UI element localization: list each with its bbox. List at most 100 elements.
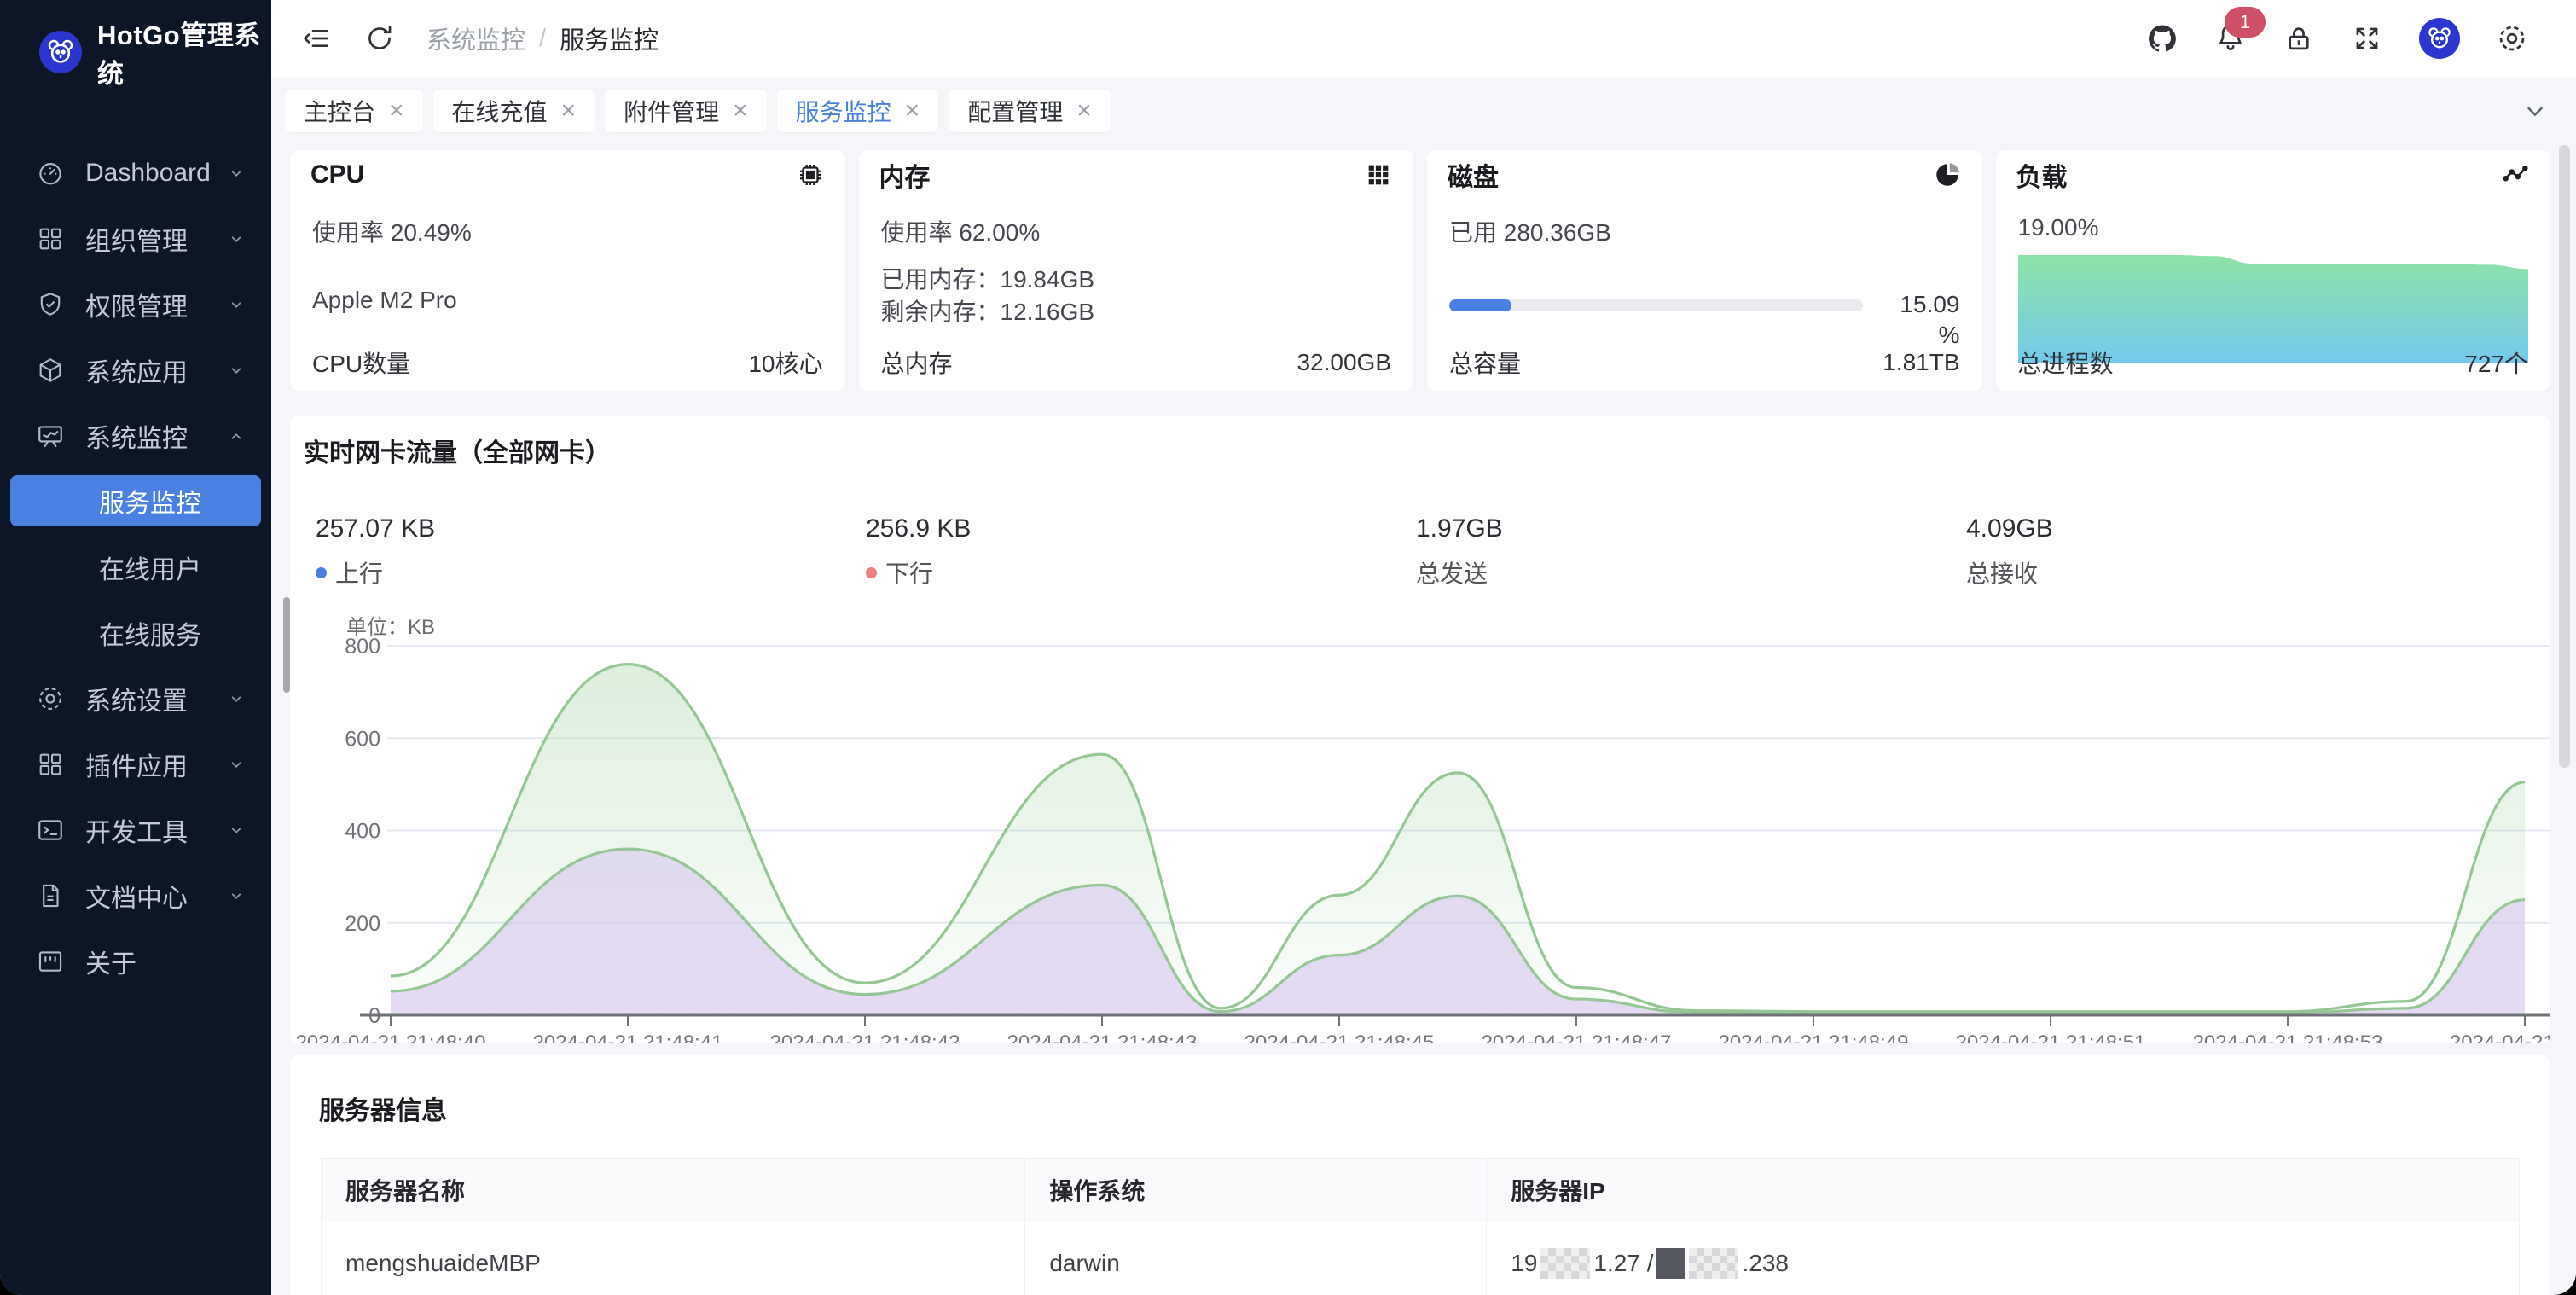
sidebar-item-label: 系统监控	[85, 417, 225, 455]
tab-attachments[interactable]: 附件管理	[605, 90, 767, 132]
chevron-down-icon	[225, 359, 247, 381]
close-icon[interactable]	[561, 98, 577, 124]
svg-text:2024-04-21 21:48:53: 2024-04-21 21:48:53	[2193, 1031, 2383, 1043]
sidebar-item-system-monitor[interactable]: 系统监控	[0, 403, 271, 468]
cpu-model-text: Apple M2 Pro	[312, 287, 823, 314]
collapse-menu-icon[interactable]	[300, 22, 333, 55]
ip-mid: 1.27 /	[1593, 1250, 1653, 1277]
stat-label: 下行	[885, 555, 933, 589]
sidebar-item-label: 开发工具	[85, 811, 225, 849]
download-dot-icon	[866, 567, 877, 578]
sidebar-subitem-service-monitor[interactable]: 服务监控	[10, 475, 261, 526]
table-row[interactable]: mengshuaideMBP darwin 191.27 /.238	[322, 1222, 2519, 1295]
tab-label: 附件管理	[624, 94, 719, 128]
sidebar-item-about[interactable]: 关于	[0, 928, 271, 994]
memory-grid-icon	[1364, 160, 1393, 189]
sidebar-item-label: Dashboard	[85, 159, 225, 188]
github-icon[interactable]	[2146, 22, 2179, 55]
reload-icon[interactable]	[363, 22, 396, 55]
stat-total-received: 4.09GB 总接收	[1966, 514, 2516, 589]
plugin-grid-icon	[36, 750, 65, 779]
sidebar-item-permissions[interactable]: 权限管理	[0, 271, 271, 337]
memory-usage-text: 使用率 62.00%	[881, 214, 1392, 248]
tabbar-chevron-down-icon[interactable]	[2520, 96, 2550, 126]
frame-icon	[36, 947, 65, 976]
cube-icon	[36, 356, 65, 385]
server-ip-cell: 191.27 /.238	[1486, 1222, 2519, 1295]
close-icon[interactable]	[1076, 98, 1092, 124]
close-icon[interactable]	[733, 98, 748, 124]
svg-text:400: 400	[345, 820, 380, 844]
close-icon[interactable]	[905, 98, 920, 124]
column-header-os: 操作系统	[1024, 1159, 1486, 1222]
sidebar-item-label: 系统设置	[85, 680, 225, 717]
trend-line-icon	[2501, 160, 2530, 189]
sidebar: HotGo管理系统 Dashboard 组织管理	[0, 0, 271, 1295]
sidebar-item-label: 系统应用	[85, 351, 225, 389]
sidebar-scrollbar[interactable]	[283, 597, 290, 693]
app-logo[interactable]: HotGo管理系统	[0, 0, 271, 102]
sidebar-item-dev-tools[interactable]: 开发工具	[0, 797, 271, 862]
main-content: CPU 使用率 20.49% Apple M2 Pro CPU数量 10核心	[271, 145, 2576, 1295]
sidebar-subitem-label: 在线用户	[99, 549, 201, 586]
traffic-panel-title: 实时网卡流量（全部网卡）	[290, 416, 2550, 469]
sidebar-subitem-online-services[interactable]: 在线服务	[0, 600, 271, 665]
tab-service-monitor[interactable]: 服务监控	[777, 90, 939, 132]
svg-text:2024-04-21 21:48:49: 2024-04-21 21:48:49	[1719, 1031, 1909, 1043]
svg-text:2024-04-21 21:48:42: 2024-04-21 21:48:42	[770, 1031, 960, 1043]
svg-text:200: 200	[345, 912, 380, 936]
breadcrumb-current[interactable]: 服务监控	[560, 20, 659, 56]
chevron-down-icon	[225, 293, 247, 316]
close-icon[interactable]	[389, 98, 404, 124]
sidebar-subitem-label: 服务监控	[99, 482, 201, 520]
shield-check-icon	[36, 290, 65, 319]
sidebar-item-system-apps[interactable]: 系统应用	[0, 337, 271, 403]
server-info-panel: 服务器信息 服务器名称 操作系统 服务器IP mengshuaideMBP da…	[290, 1055, 2550, 1295]
chevron-down-icon	[225, 688, 247, 710]
svg-text:800: 800	[345, 635, 380, 659]
load-card: 负载 19.00% 总进程数 727个	[1996, 150, 2551, 391]
server-name-cell: mengshuaideMBP	[322, 1222, 1024, 1295]
lock-icon[interactable]	[2283, 22, 2315, 55]
breadcrumb-parent[interactable]: 系统监控	[426, 20, 525, 56]
app-window: HotGo管理系统 Dashboard 组织管理	[0, 0, 2576, 1295]
cpu-card: CPU 使用率 20.49% Apple M2 Pro CPU数量 10核心	[290, 150, 845, 391]
breadcrumb-separator: /	[539, 25, 546, 53]
tab-label: 主控台	[304, 94, 375, 128]
table-header-row: 服务器名称 操作系统 服务器IP	[322, 1159, 2519, 1222]
page-scrollbar[interactable]	[2559, 145, 2570, 768]
column-header-ip: 服务器IP	[1486, 1159, 2519, 1222]
chevron-down-icon	[225, 228, 247, 250]
tab-online-recharge[interactable]: 在线充值	[433, 90, 595, 132]
sidebar-item-dashboard[interactable]: Dashboard	[0, 140, 271, 206]
server-os-cell: darwin	[1024, 1222, 1486, 1295]
sidebar-item-label: 组织管理	[85, 220, 225, 258]
fullscreen-icon[interactable]	[2351, 22, 2383, 55]
settings-gear-icon[interactable]	[2496, 22, 2528, 55]
user-avatar[interactable]	[2419, 18, 2460, 59]
sidebar-item-system-settings[interactable]: 系统设置	[0, 665, 271, 731]
sidebar-item-organization[interactable]: 组织管理	[0, 206, 271, 271]
memory-footer-value: 32.00GB	[1297, 349, 1391, 376]
dashboard-icon	[36, 159, 65, 188]
sidebar-subitem-label: 在线服务	[99, 614, 201, 652]
sidebar-item-docs[interactable]: 文档中心	[0, 862, 271, 928]
tab-config[interactable]: 配置管理	[949, 90, 1111, 132]
svg-text:2024-04-21 21:48:47: 2024-04-21 21:48:47	[1482, 1031, 1672, 1043]
sidebar-subitem-online-users[interactable]: 在线用户	[0, 534, 271, 600]
tab-dashboard[interactable]: 主控台	[285, 90, 423, 132]
sidebar-item-plugins[interactable]: 插件应用	[0, 731, 271, 797]
notifications-button[interactable]: 1	[2214, 20, 2247, 57]
document-icon	[36, 881, 65, 910]
chevron-down-icon	[225, 162, 247, 184]
sidebar-item-label: 关于	[85, 943, 247, 980]
stat-value: 1.97GB	[1416, 514, 1966, 543]
pie-chart-icon	[1933, 160, 1962, 189]
upload-dot-icon	[316, 567, 327, 578]
load-footer-label: 总进程数	[2018, 346, 2114, 380]
koala-logo-icon	[39, 31, 82, 73]
sidebar-item-label: 文档中心	[85, 877, 225, 915]
ip-suffix: .238	[1742, 1250, 1789, 1277]
stat-value: 256.9 KB	[866, 514, 1416, 543]
tab-label: 配置管理	[967, 94, 1063, 128]
